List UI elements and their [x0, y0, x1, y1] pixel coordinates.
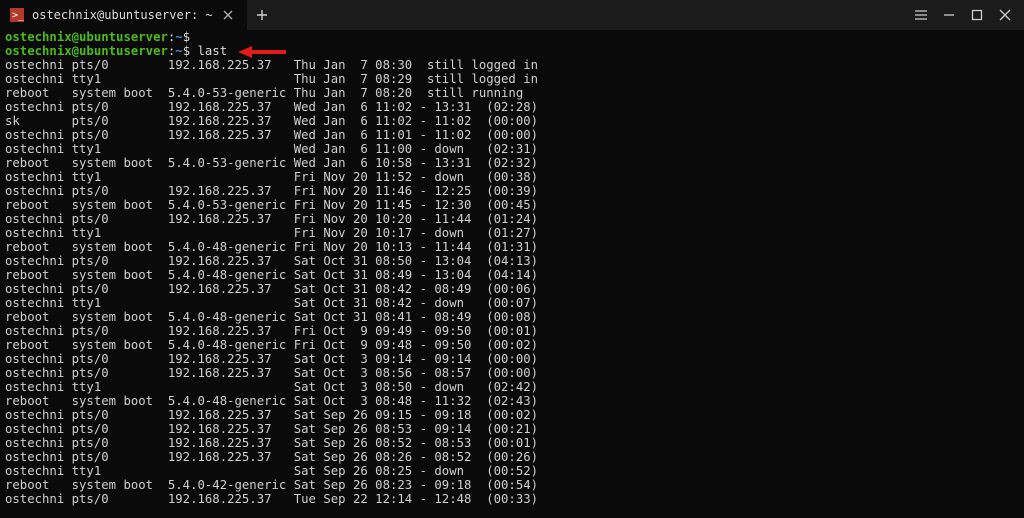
last-row: ostechni pts/0 192.168.225.37 Fri Nov 20…: [5, 212, 1019, 226]
last-row: ostechni pts/0 192.168.225.37 Sat Oct 3 …: [5, 352, 1019, 366]
terminal-window: >_ ostechnix@ubuntuserver: ~: [0, 0, 1024, 518]
new-tab-button[interactable]: [247, 0, 277, 30]
last-row: ostechni pts/0 192.168.225.37 Wed Jan 6 …: [5, 128, 1019, 142]
last-row: ostechni pts/0 192.168.225.37 Sat Oct 31…: [5, 254, 1019, 268]
tab-title: ostechnix@ubuntuserver: ~: [32, 8, 213, 22]
prompt-line: ostechnix@ubuntuserver:~$ last: [5, 44, 1019, 58]
last-row: reboot system boot 5.4.0-42-generic Sat …: [5, 478, 1019, 492]
prompt-command: last: [198, 44, 228, 58]
last-row: ostechni pts/0 192.168.225.37 Fri Nov 20…: [5, 184, 1019, 198]
last-row: reboot system boot 5.4.0-48-generic Sat …: [5, 394, 1019, 408]
prompt-cwd: ~: [175, 44, 182, 58]
last-row: ostechni pts/0 192.168.225.37 Sat Sep 26…: [5, 408, 1019, 422]
terminal-output[interactable]: ostechnix@ubuntuserver:~$ ostechnix@ubun…: [0, 30, 1024, 506]
close-button[interactable]: [998, 8, 1012, 22]
last-row: ostechni pts/0 192.168.225.37 Tue Sep 22…: [5, 492, 1019, 506]
prompt-user-host: ostechnix@ubuntuserver: [5, 30, 168, 44]
last-row: reboot system boot 5.4.0-53-generic Thu …: [5, 86, 1019, 100]
prompt-line: ostechnix@ubuntuserver:~$: [5, 30, 1019, 44]
titlebar: >_ ostechnix@ubuntuserver: ~: [0, 0, 1024, 30]
last-row: ostechni tty1 Sat Sep 26 08:25 - down (0…: [5, 464, 1019, 478]
last-row: ostechni pts/0 192.168.225.37 Thu Jan 7 …: [5, 58, 1019, 72]
terminal-icon: >_: [10, 8, 24, 22]
minimize-button[interactable]: [942, 8, 956, 22]
last-row: ostechni tty1 Sat Oct 31 08:42 - down (0…: [5, 296, 1019, 310]
prompt-symbol: $: [183, 44, 198, 58]
last-row: reboot system boot 5.4.0-48-generic Fri …: [5, 338, 1019, 352]
last-row: reboot system boot 5.4.0-48-generic Fri …: [5, 240, 1019, 254]
last-row: ostechni pts/0 192.168.225.37 Sat Oct 31…: [5, 282, 1019, 296]
last-row: ostechni pts/0 192.168.225.37 Sat Oct 3 …: [5, 366, 1019, 380]
last-row: reboot system boot 5.4.0-48-generic Sat …: [5, 310, 1019, 324]
last-row: reboot system boot 5.4.0-48-generic Sat …: [5, 268, 1019, 282]
last-row: ostechni tty1 Wed Jan 6 11:00 - down (02…: [5, 142, 1019, 156]
prompt-cwd: ~: [175, 30, 182, 44]
last-row: ostechni tty1 Fri Nov 20 11:52 - down (0…: [5, 170, 1019, 184]
maximize-button[interactable]: [970, 8, 984, 22]
prompt-user-host: ostechnix@ubuntuserver: [5, 44, 168, 58]
last-row: reboot system boot 5.4.0-53-generic Wed …: [5, 156, 1019, 170]
last-row: ostechni pts/0 192.168.225.37 Wed Jan 6 …: [5, 100, 1019, 114]
last-row: ostechni pts/0 192.168.225.37 Sat Sep 26…: [5, 436, 1019, 450]
last-row: sk pts/0 192.168.225.37 Wed Jan 6 11:02 …: [5, 114, 1019, 128]
tab-active[interactable]: >_ ostechnix@ubuntuserver: ~: [0, 0, 247, 30]
last-row: ostechni tty1 Thu Jan 7 08:29 still logg…: [5, 72, 1019, 86]
last-row: ostechni pts/0 192.168.225.37 Sat Sep 26…: [5, 450, 1019, 464]
tab-close-button[interactable]: [221, 8, 235, 22]
window-controls: [902, 0, 1024, 30]
last-row: ostechni pts/0 192.168.225.37 Fri Oct 9 …: [5, 324, 1019, 338]
last-row: ostechni tty1 Sat Oct 3 08:50 - down (02…: [5, 380, 1019, 394]
svg-text:>_: >_: [12, 10, 24, 21]
last-row: reboot system boot 5.4.0-53-generic Fri …: [5, 198, 1019, 212]
last-row: ostechni pts/0 192.168.225.37 Sat Sep 26…: [5, 422, 1019, 436]
prompt-symbol: $: [183, 30, 198, 44]
menu-icon[interactable]: [914, 8, 928, 22]
titlebar-drag-area[interactable]: [277, 0, 902, 30]
last-row: ostechni tty1 Fri Nov 20 10:17 - down (0…: [5, 226, 1019, 240]
